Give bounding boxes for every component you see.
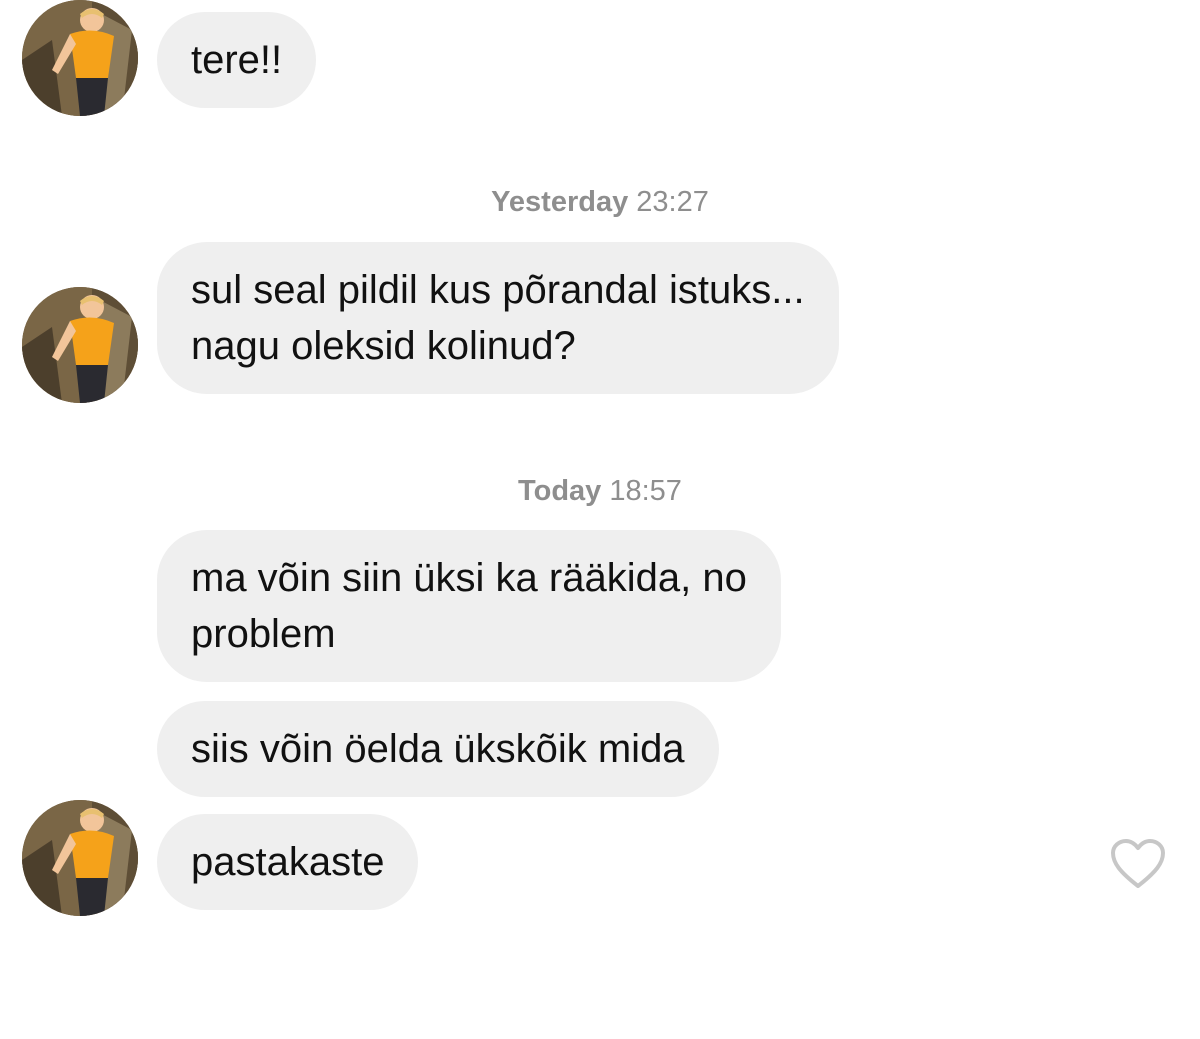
message-text: tere!!	[191, 38, 283, 82]
sender-avatar[interactable]	[22, 0, 138, 116]
message-text-line: nagu oleksid kolinud?	[191, 324, 576, 368]
sender-avatar[interactable]	[22, 800, 138, 916]
message-text: pastakaste	[191, 840, 385, 884]
heart-icon	[1111, 839, 1165, 888]
timestamp-day: Today	[518, 475, 602, 507]
timestamp-day: Yesterday	[491, 186, 629, 218]
message-bubble[interactable]: siis võin öelda ükskõik mida	[157, 701, 719, 797]
avatar-photo-icon	[22, 0, 138, 116]
timestamp-divider: Today 18:57	[0, 473, 1200, 509]
timestamp-divider: Yesterday 23:27	[0, 184, 1200, 220]
timestamp-time: 23:27	[636, 186, 709, 218]
message-bubble[interactable]: pastakaste	[157, 814, 419, 910]
message-text-line: ma võin siin üksi ka rääkida, no	[191, 556, 747, 600]
message-bubble[interactable]: ma võin siin üksi ka rääkida, no problem	[157, 530, 781, 682]
message-text-line: sul seal pildil kus põrandal istuks...	[191, 268, 805, 312]
timestamp-time: 18:57	[609, 475, 682, 507]
message-text: siis võin öelda ükskõik mida	[191, 727, 685, 771]
message-bubble[interactable]: tere!!	[157, 12, 317, 108]
message-text-line: problem	[191, 612, 336, 656]
sender-avatar[interactable]	[22, 287, 138, 403]
avatar-photo-icon	[22, 287, 138, 403]
message-bubble[interactable]: sul seal pildil kus põrandal istuks... n…	[157, 242, 839, 394]
avatar-photo-icon	[22, 800, 138, 916]
like-heart-button[interactable]	[1110, 838, 1166, 890]
